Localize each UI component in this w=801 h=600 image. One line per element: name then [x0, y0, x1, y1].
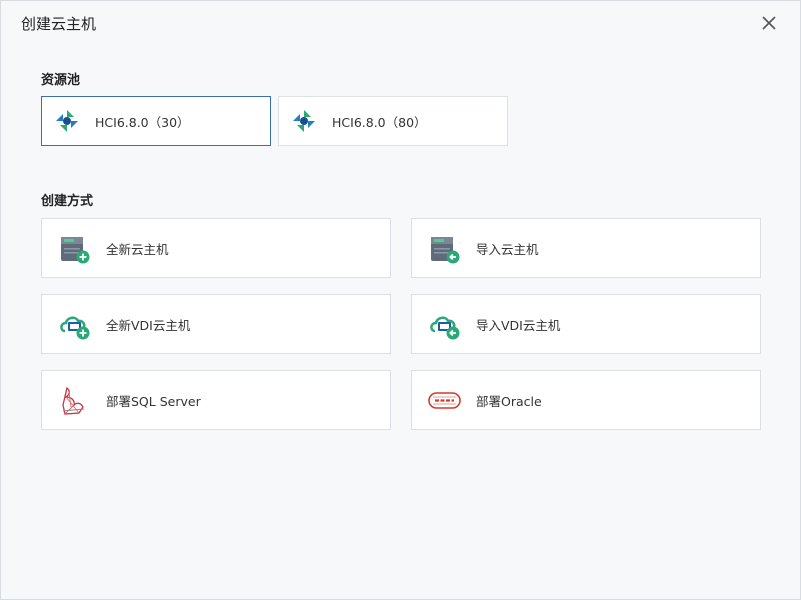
hci-logo-icon	[292, 109, 316, 133]
server-add-icon	[57, 231, 92, 266]
new-vdi-vm-card[interactable]: 全新VDI云主机	[41, 294, 391, 354]
vdi-import-icon	[427, 307, 462, 342]
card-label: 部署Oracle	[476, 393, 542, 409]
create-vm-dialog: 创建云主机 资源池 HCI6.8.0（30） HCI6.8.0（80） 创建方式…	[0, 0, 801, 600]
resource-pool-option[interactable]: HCI6.8.0（30）	[41, 96, 271, 146]
sql-server-icon	[57, 383, 92, 418]
new-vm-card[interactable]: 全新云主机	[41, 218, 391, 278]
card-label: 导入云主机	[476, 241, 539, 257]
import-vdi-vm-card[interactable]: 导入VDI云主机	[411, 294, 761, 354]
close-icon[interactable]	[759, 13, 779, 33]
hci-logo-icon	[55, 109, 79, 133]
dialog-title: 创建云主机	[21, 15, 97, 33]
resource-pool-option[interactable]: HCI6.8.0（80）	[278, 96, 508, 146]
card-label: 导入VDI云主机	[476, 317, 561, 333]
deploy-sql-server-card[interactable]: 部署SQL Server	[41, 370, 391, 430]
card-label: 全新VDI云主机	[106, 317, 191, 333]
card-label: 全新云主机	[106, 241, 169, 257]
card-label: 部署SQL Server	[106, 393, 201, 409]
server-import-icon	[427, 231, 462, 266]
create-method-label: 创建方式	[41, 194, 94, 209]
deploy-oracle-card[interactable]: 部署Oracle	[411, 370, 761, 430]
import-vm-card[interactable]: 导入云主机	[411, 218, 761, 278]
resource-pool-label: 资源池	[41, 73, 81, 88]
resource-pool-name: HCI6.8.0（80）	[332, 114, 427, 130]
vdi-add-icon	[57, 307, 92, 342]
resource-pool-name: HCI6.8.0（30）	[95, 114, 190, 130]
oracle-icon	[427, 383, 462, 418]
